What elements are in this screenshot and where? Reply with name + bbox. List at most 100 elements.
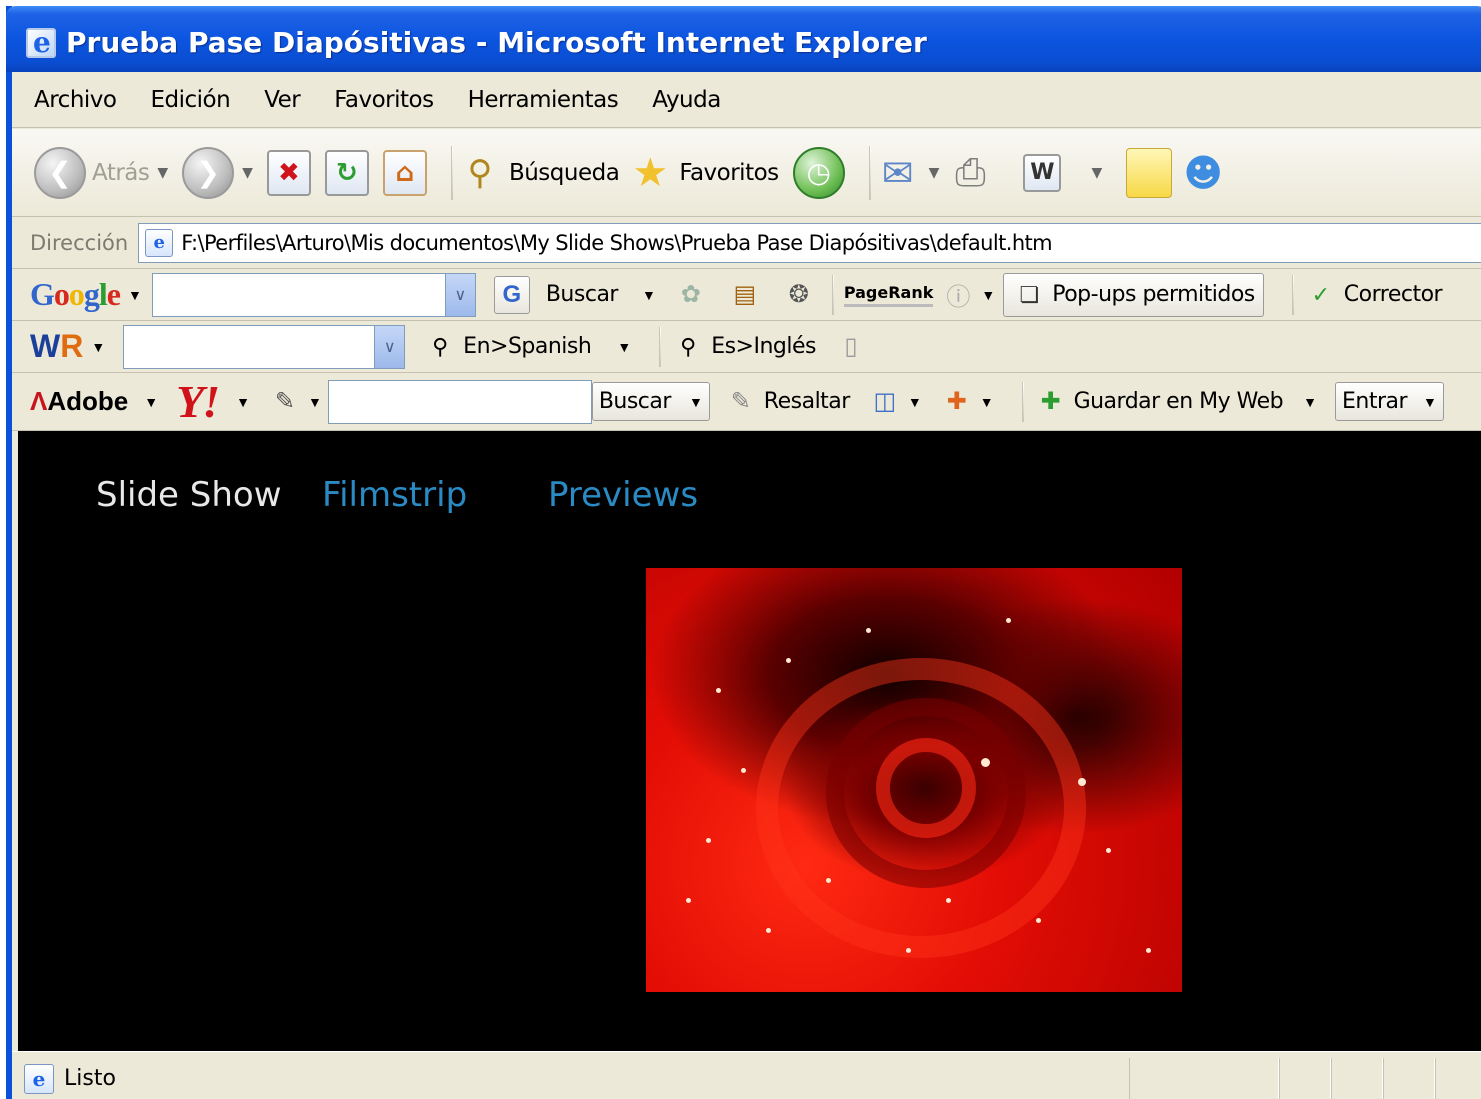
menu-herramientas[interactable]: Herramientas <box>468 87 619 113</box>
google-search-label: Buscar <box>545 282 619 307</box>
eraser-icon[interactable]: ▯ <box>834 330 868 364</box>
toolbar-separator <box>450 145 453 200</box>
pencil-button[interactable]: ✎ ▼ <box>268 385 322 419</box>
back-dropdown-icon[interactable]: ▼ <box>157 165 168 181</box>
menu-ver[interactable]: Ver <box>264 87 301 113</box>
spellcheck-button[interactable]: ✓ Corrector <box>1304 278 1443 312</box>
window-tool-button[interactable]: ◫ ▼ <box>868 385 922 419</box>
home-button[interactable]: ⌂ <box>382 138 427 208</box>
back-button[interactable]: ❮ Atrás ▼ <box>34 138 168 208</box>
yahoo-menu-button[interactable]: Y! ▼ <box>176 375 250 428</box>
favorites-button[interactable]: ★ Favoritos <box>632 138 779 208</box>
rose-petal-swirl <box>876 738 976 838</box>
google-search-button[interactable]: G Buscar ▼ <box>493 275 656 314</box>
page-status-icon: e <box>24 1063 54 1094</box>
water-drop <box>1078 778 1086 786</box>
tab-previews[interactable]: Previews <box>548 475 698 515</box>
status-text: Listo <box>64 1066 116 1091</box>
menu-favoritos[interactable]: Favoritos <box>334 87 434 113</box>
page-icon: e <box>145 228 174 257</box>
history-button[interactable]: ◷ <box>792 138 845 208</box>
en-spanish-button[interactable]: ⚲ En>Spanish ▼ <box>423 330 631 364</box>
menu-archivo[interactable]: Archivo <box>34 87 117 113</box>
forward-dropdown-icon[interactable]: ▼ <box>242 165 253 181</box>
wr-search-dropdown-icon[interactable]: ∨ <box>374 325 405 368</box>
wr-menu-button[interactable]: WR ▼ <box>30 328 105 365</box>
adobe-button[interactable]: ΛAdobe ▼ <box>30 386 158 417</box>
notes-button[interactable] <box>1116 138 1173 208</box>
wr-search-input[interactable]: ∨ <box>123 324 406 369</box>
toolbar-separator <box>831 274 834 315</box>
popup-blocker-button[interactable]: ❏ Pop-ups permitidos <box>1003 272 1264 317</box>
stop-button[interactable]: ✖ <box>266 138 311 208</box>
status-pane <box>1129 1058 1279 1099</box>
printer-icon: ⎙ <box>955 150 986 194</box>
menu-bar: Archivo Edición Ver Favoritos Herramient… <box>12 72 1481 128</box>
title-bar[interactable]: Prueba Pase Diapósitivas - Microsoft Int… <box>6 6 1481 72</box>
water-drop <box>766 928 771 933</box>
yahoo-search-input[interactable] <box>327 379 592 424</box>
water-drop <box>706 838 711 843</box>
pagerank-indicator[interactable]: PageRank ⓘ ▼ <box>843 278 995 312</box>
mail-dropdown-icon[interactable]: ▼ <box>929 165 940 181</box>
magnifier-icon: ⚲ <box>432 333 449 359</box>
tab-slide-show[interactable]: Slide Show <box>96 475 282 515</box>
enter-dropdown-icon: ▼ <box>1423 393 1437 410</box>
en-spanish-dropdown-icon[interactable]: ▼ <box>617 339 631 355</box>
search-button[interactable]: ⚲ Búsqueda <box>463 138 620 208</box>
highlight-button[interactable]: ✎ Resaltar <box>724 385 851 419</box>
window-icon: ◫ <box>873 388 897 415</box>
google-search-input[interactable]: ∨ <box>151 272 476 317</box>
yahoo-search-button[interactable]: Buscar ▼ <box>591 382 710 421</box>
wr-dropdown-icon: ▼ <box>91 338 106 355</box>
wordreference-toolbar: WR ▼ ∨ ⚲ En>Spanish ▼ ⚲ Es>Inglés ▯ <box>12 321 1481 373</box>
home-icon: ⌂ <box>382 149 427 196</box>
tab-filmstrip[interactable]: Filmstrip <box>322 475 467 515</box>
browser-window: Prueba Pase Diapósitivas - Microsoft Int… <box>6 6 1481 1099</box>
save-my-web-button[interactable]: ✚ Guardar en My Web ▼ <box>1034 385 1317 419</box>
window-tool-dropdown-icon: ▼ <box>907 393 922 410</box>
crosshair-button[interactable]: ✚ ▼ <box>940 385 994 419</box>
edit-dropdown-icon[interactable]: ▼ <box>1091 165 1102 181</box>
water-drop <box>981 758 990 767</box>
water-drop <box>1106 848 1111 853</box>
stop-icon: ✖ <box>266 149 311 196</box>
note-icon <box>1126 147 1173 198</box>
water-drop <box>826 878 831 883</box>
forward-button[interactable]: ❯ ▼ <box>182 138 253 208</box>
enter-button[interactable]: Entrar ▼ <box>1334 382 1444 421</box>
enter-label: Entrar <box>1341 389 1408 414</box>
highlight-label: Resaltar <box>763 389 851 414</box>
magnifier-icon: ⚲ <box>680 333 697 359</box>
popup-icon: ❏ <box>1019 281 1040 307</box>
menu-edicion[interactable]: Edición <box>150 87 230 113</box>
google-search-options-icon[interactable]: ▼ <box>642 287 656 303</box>
save-my-web-dropdown-icon[interactable]: ▼ <box>1303 394 1317 410</box>
yahoo-search-label: Buscar <box>598 389 672 414</box>
info-icon[interactable]: ▤ <box>728 278 762 312</box>
highlight-icon[interactable]: ❂ <box>782 278 816 312</box>
address-input[interactable]: e F:\Perfiles\Arturo\Mis documentos\My S… <box>138 222 1481 263</box>
refresh-icon: ↻ <box>324 149 369 196</box>
adobe-logo: ΛAdobe <box>30 386 129 416</box>
google-search-dropdown-icon[interactable]: ∨ <box>444 273 475 316</box>
news-icon[interactable]: ✿ <box>674 278 708 312</box>
ie-icon <box>26 26 56 59</box>
search-label: Búsqueda <box>508 159 620 186</box>
google-logo: Google <box>30 276 121 312</box>
print-button[interactable]: ⎙ <box>953 138 993 208</box>
es-ingles-button[interactable]: ⚲ Es>Inglés <box>671 330 816 364</box>
edit-word-button[interactable]: W ▼ <box>1007 138 1102 208</box>
water-drop <box>906 948 911 953</box>
spellcheck-icon: ✓ <box>1311 281 1330 307</box>
water-drop <box>866 628 871 633</box>
mail-button[interactable]: ✉ ▼ <box>881 138 940 208</box>
menu-ayuda[interactable]: Ayuda <box>652 87 721 113</box>
google-menu-button[interactable]: Google ▼ <box>30 276 142 313</box>
back-arrow-icon: ❮ <box>34 146 86 199</box>
messenger-button[interactable]: ☻ <box>1183 138 1226 208</box>
refresh-button[interactable]: ↻ <box>324 138 369 208</box>
adobe-dropdown-icon[interactable]: ▼ <box>144 394 158 410</box>
slide-image-rose[interactable] <box>646 568 1182 992</box>
standard-toolbar: ❮ Atrás ▼ ❯ ▼ ✖ ↻ ⌂ ⚲ Búsqueda ★ Favorit… <box>12 129 1481 217</box>
